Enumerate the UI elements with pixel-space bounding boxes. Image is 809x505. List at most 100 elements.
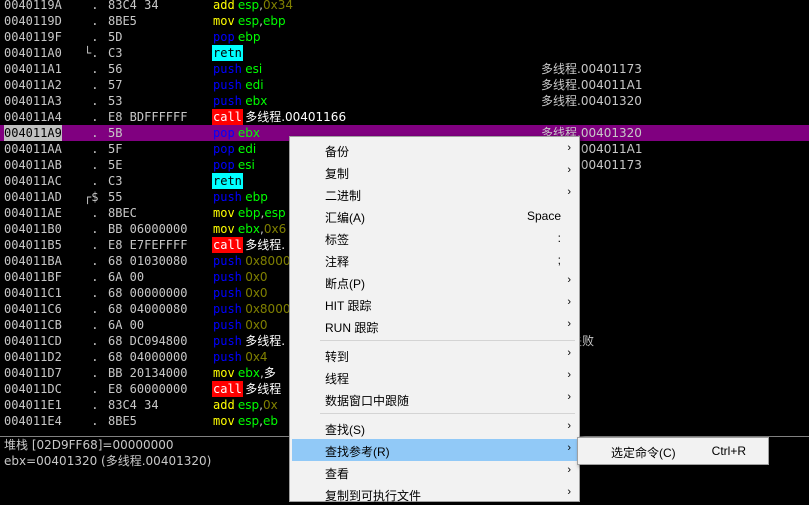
hex-dump: 5B [108,126,123,140]
address: 004011DC [4,382,62,396]
operand: esi [245,62,263,76]
jump-marker: . [84,62,99,76]
jump-marker: . [84,126,99,140]
hex-dump: BB 20134000 [108,366,188,380]
menu-item[interactable]: 注释; [292,249,577,271]
mnemonic: mov [213,206,235,220]
operands: ebx [245,93,267,109]
hex-dump: E8 60000000 [108,382,188,396]
disasm-row[interactable]: 004011A0 └. C3 retn [0,45,809,61]
operands: 0x0 [245,317,267,333]
menu-separator [320,340,575,341]
operands: ebp [238,29,261,45]
operands: ebp [245,189,268,205]
address: 004011E4 [4,414,62,428]
menu-item[interactable]: RUN 跟踪 › [292,315,577,337]
disasm-row[interactable]: 004011A3 . 53 push ebx 多线程.00401320 [0,93,809,109]
menu-item[interactable]: HIT 跟踪 › [292,293,577,315]
submenu-arrow-icon: › [567,347,571,359]
jump-marker: . [84,350,99,364]
operands: 多线程. [245,237,285,253]
address: 004011AD [4,190,62,204]
mnemonic: pop [213,30,235,44]
menu-item[interactable]: 查找(S) › [292,417,577,439]
operand: esp [237,14,260,28]
disasm-row[interactable]: 0040119A . 83C4 34 add esp,0x34 [0,0,809,13]
jump-marker: . [84,78,99,92]
menu-item[interactable]: 查找参考(R) › [292,439,577,461]
menu-item-label: 数据窗口中跟随 [325,394,410,408]
menu-item[interactable]: 复制到可执行文件 › [292,483,577,505]
disasm-row[interactable]: 004011A1 . 56 push esi 多线程.00401173 [0,61,809,77]
submenu-arrow-icon: › [567,464,571,476]
mnemonic: call [212,109,243,125]
operand: 多线程. [245,334,286,348]
menu-item[interactable]: 查看 › [292,461,577,483]
disasm-row[interactable]: 004011A4 . E8 BDFFFFFF call 多线程.00401166 [0,109,809,125]
address: 004011A4 [4,110,62,124]
operand: esp [237,0,260,12]
operands: ebx [238,125,260,141]
jump-marker: . [84,222,99,236]
address: 004011C6 [4,302,62,316]
menu-item[interactable]: 复制 › [292,161,577,183]
operand: ebp [237,206,261,220]
jump-marker: . [84,318,99,332]
menu-item[interactable]: 数据窗口中跟随 › [292,388,577,410]
menu-item[interactable]: 转到 › [292,344,577,366]
hex-dump: BB 06000000 [108,222,188,236]
menu-item[interactable]: 断点(P) › [292,271,577,293]
operands: ebx,0x6 [238,221,286,237]
submenu-arrow-icon: › [567,391,571,403]
address: 004011A0 [4,46,62,60]
disasm-row[interactable]: 0040119F . 5D pop ebp [0,29,809,45]
mnemonic: push [213,78,242,92]
hex-dump: 8BE5 [108,414,137,428]
jump-marker: . [84,94,99,108]
menu-item[interactable]: 备份 › [292,139,577,161]
mnemonic: push [213,318,242,332]
address: 004011AB [4,158,62,172]
hex-dump: 68 04000080 [108,302,188,316]
operand: 0x0 [245,270,268,284]
hex-dump: 53 [108,94,123,108]
menu-item-label: 断点(P) [325,277,365,291]
operand: esi [237,158,255,172]
hex-dump: E8 E7FEFFFF [108,238,188,252]
operand: 多线程 [245,382,282,396]
menu-item[interactable]: 汇编(A) Space [292,205,577,227]
operands: ebp,esp [238,205,286,221]
menu-item-label: 复制 [325,167,350,181]
operands: esp,0x [238,397,278,413]
menu-item-label: 查找参考(R) [325,445,390,459]
menu-item[interactable]: 线程 › [292,366,577,388]
hex-dump: 68 00000000 [108,286,188,300]
submenu-arrow-icon: › [567,486,571,498]
submenu-arrow-icon: › [567,186,571,198]
hex-dump: 5D [108,30,123,44]
disasm-row[interactable]: 004011A2 . 57 push edi 多线程.004011A1 [0,77,809,93]
jump-marker: . [84,334,99,348]
address: 004011AE [4,206,62,220]
mnemonic: pop [213,126,235,140]
jump-marker: . [84,398,99,412]
address: 004011B0 [4,222,62,236]
operands: 多线程. [245,333,285,349]
menu-item[interactable]: 标签: [292,227,577,249]
mnemonic: pop [213,158,235,172]
menu-item[interactable]: 二进制 › [292,183,577,205]
menu-item-selected-command[interactable]: 选定命令(C) Ctrl+R [580,440,766,462]
hex-dump: 6A 00 [108,318,145,332]
mnemonic: pop [213,142,235,156]
hex-dump: 6A 00 [108,270,145,284]
mnemonic: add [213,398,235,412]
jump-marker: ┌$ [84,190,99,204]
mnemonic: push [213,254,242,268]
mnemonic: push [213,302,242,316]
jump-marker: . [84,270,99,284]
hex-dump: 83C4 34 [108,0,159,12]
disasm-row[interactable]: 0040119D . 8BE5 mov esp,ebp [0,13,809,29]
hex-dump: 68 DC094800 [108,334,188,348]
operand: edi [245,78,264,92]
address: 004011CB [4,318,62,332]
